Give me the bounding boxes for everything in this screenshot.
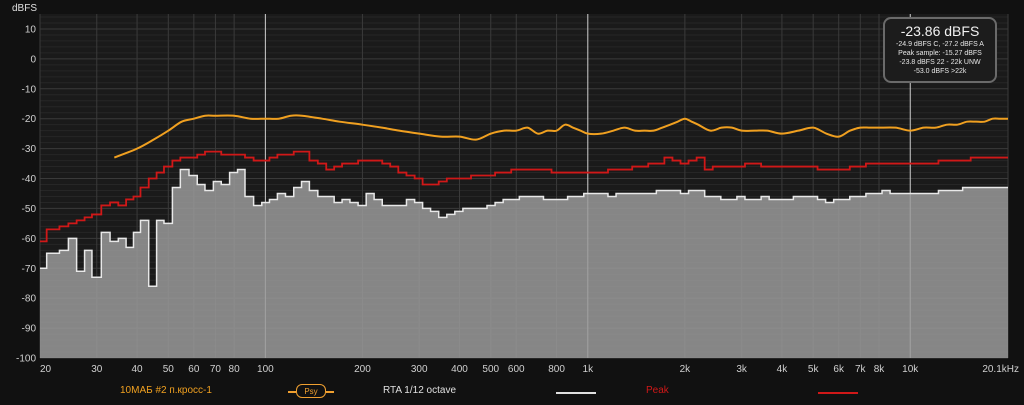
x-tick-label: 20.1kHz	[982, 364, 1019, 375]
y-tick-label: -40	[22, 174, 37, 185]
x-tick-label: 10k	[902, 364, 919, 375]
rta-area	[40, 169, 1008, 358]
spectrum-chart: 100-10-20-30-40-50-60-70-80-90-10020 30 40…	[12, 3, 1019, 375]
legend-rta-label[interactable]: RTA 1/12 octave	[383, 385, 456, 396]
legend-peak-swatch[interactable]	[818, 392, 858, 394]
y-tick-label: -70	[22, 264, 37, 275]
x-tick-label: 200	[354, 364, 371, 375]
x-tick-label: 100	[257, 364, 274, 375]
x-tick-label: 300	[411, 364, 428, 375]
y-tick-label: -90	[22, 324, 37, 335]
x-tick-label: 600	[508, 364, 525, 375]
x-tick-label: 70	[210, 364, 222, 375]
y-tick-label: -50	[22, 204, 37, 215]
y-tick-label: -60	[22, 234, 37, 245]
y-tick-label: -80	[22, 294, 37, 305]
y-axis-label: dBFS	[12, 3, 37, 14]
x-tick-label: 8k	[874, 364, 886, 375]
x-tick-label: 4k	[777, 364, 789, 375]
legend-rta-swatch[interactable]	[556, 392, 596, 394]
level-readout-ultrasonic: -53.0 dBFS >22k	[913, 68, 967, 75]
level-readout-weighted: -24.9 dBFS C, -27.2 dBFS A	[896, 41, 984, 48]
y-tick-label: 10	[25, 24, 37, 35]
legend-curve-label[interactable]: 10МАБ #2 п.кросс-1	[120, 385, 212, 396]
legend: 10МАБ #2 п.кросс-1 Psy RTA 1/12 octave P…	[0, 380, 1024, 405]
x-tick-label: 2k	[680, 364, 692, 375]
x-tick-label: 800	[548, 364, 565, 375]
x-tick-label: 5k	[808, 364, 820, 375]
y-tick-label: -10	[22, 84, 37, 95]
x-tick-label: 50	[163, 364, 175, 375]
y-tick-label: -30	[22, 144, 37, 155]
x-tick-label: 6k	[833, 364, 845, 375]
x-tick-label: 7k	[855, 364, 867, 375]
x-tick-label: 40	[131, 364, 143, 375]
psy-toggle-button[interactable]: Psy	[288, 384, 334, 398]
legend-peak-label[interactable]: Peak	[646, 385, 669, 396]
x-tick-label: 80	[229, 364, 241, 375]
x-tick-label: 3k	[736, 364, 748, 375]
y-tick-label: -100	[16, 354, 36, 365]
x-tick-label: 500	[482, 364, 499, 375]
x-tick-label: 30	[91, 364, 103, 375]
level-readout[interactable]: -23.86 dBFS -24.9 dBFS C, -27.2 dBFS A P…	[883, 17, 997, 83]
y-tick-label: -20	[22, 114, 37, 125]
y-tick-label: 0	[30, 54, 36, 65]
x-tick-label: 20	[40, 364, 52, 375]
level-readout-unweighted: -23.8 dBFS 22 - 22k UNW	[899, 59, 981, 66]
level-readout-main: -23.86 dBFS	[900, 23, 980, 39]
x-tick-label: 400	[451, 364, 468, 375]
x-tick-label: 60	[188, 364, 200, 375]
x-tick-label: 1k	[583, 364, 595, 375]
level-readout-peak: Peak sample: -15.27 dBFS	[898, 50, 982, 57]
